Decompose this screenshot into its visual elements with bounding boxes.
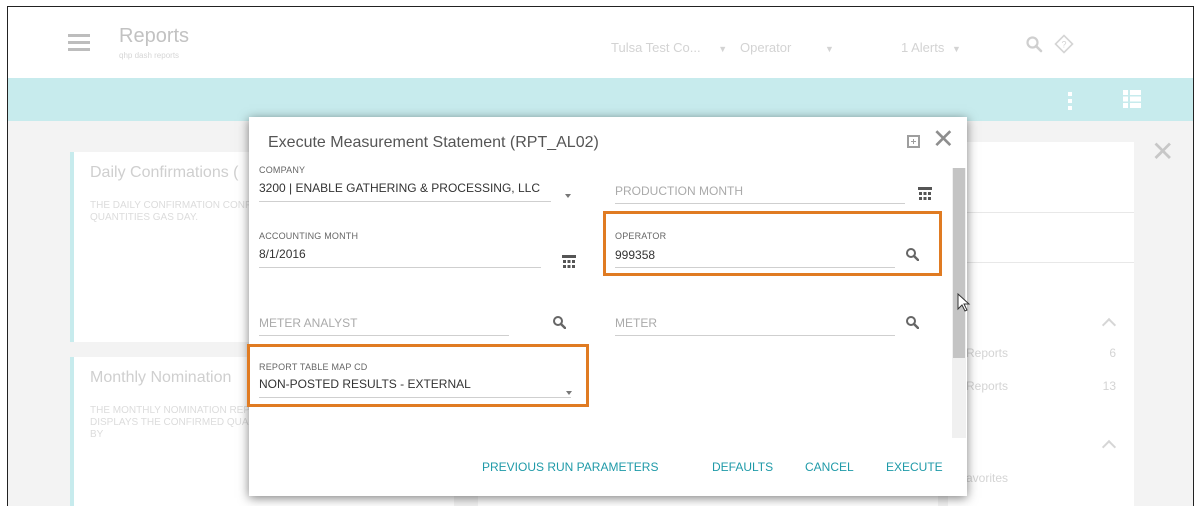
defaults-button[interactable]: DEFAULTS <box>712 460 773 474</box>
field-label: ACCOUNTING MONTH <box>259 231 359 241</box>
chevron-down-icon: ▼ <box>951 44 961 54</box>
svg-text:?: ? <box>1061 40 1066 50</box>
highlight-box <box>247 344 589 407</box>
field-underline <box>259 335 509 336</box>
field-underline <box>259 201 551 202</box>
role-select-label: Operator <box>740 40 792 55</box>
category-label[interactable]: avorites <box>966 471 1008 485</box>
page-title: Reports <box>119 25 190 47</box>
divider <box>948 212 1134 213</box>
meter-analyst-field[interactable]: METER ANALYST <box>259 313 519 337</box>
alerts-button[interactable]: 1 Alerts ▼ <box>901 40 961 55</box>
company-select[interactable]: COMPANY 3200 | ENABLE GATHERING & PROCES… <box>259 165 571 205</box>
more-vertical-icon[interactable] <box>1068 92 1072 110</box>
field-placeholder: METER <box>615 316 657 330</box>
toolbar <box>8 78 1193 121</box>
category-label[interactable]: Reports <box>966 379 1008 393</box>
category-label[interactable]: Reports <box>966 346 1008 360</box>
field-underline <box>615 335 895 336</box>
accounting-month-field[interactable]: ACCOUNTING MONTH 8/1/2016 <box>259 231 549 271</box>
app-header: Reports qhp dash reports Tulsa Test Co..… <box>8 7 1193 78</box>
close-icon[interactable]: ✕ <box>1151 138 1174 166</box>
meter-field[interactable]: METER <box>615 313 905 337</box>
scrollbar-thumb[interactable] <box>953 168 965 358</box>
execute-report-dialog: Execute Measurement Statement (RPT_AL02)… <box>247 117 967 496</box>
chevron-down-icon: ▼ <box>824 44 834 54</box>
field-placeholder: PRODUCTION MONTH <box>615 184 743 198</box>
category-count: 6 <box>1109 346 1116 360</box>
close-icon[interactable]: ✕ <box>932 125 955 153</box>
divider <box>948 262 1134 263</box>
chevron-up-icon[interactable] <box>1101 439 1117 455</box>
calendar-icon[interactable] <box>918 187 932 201</box>
production-month-field[interactable]: PRODUCTION MONTH <box>615 181 935 205</box>
card-title: Daily Confirmations ( <box>90 164 239 181</box>
chevron-down-icon: ▼ <box>718 44 728 54</box>
field-underline <box>615 203 905 204</box>
search-icon[interactable] <box>552 315 566 329</box>
company-select-label: Tulsa Test Co... <box>611 40 701 55</box>
categories-panel: Reports 6 Reports 13 avorites <box>948 142 1134 506</box>
previous-run-parameters-button[interactable]: PREVIOUS RUN PARAMETERS <box>482 460 658 474</box>
field-underline <box>259 267 541 268</box>
search-icon[interactable] <box>905 315 919 329</box>
role-select[interactable]: Operator ▼ <box>740 40 834 55</box>
card-title: Monthly Nomination <box>90 369 232 386</box>
alerts-label: 1 Alerts <box>901 40 945 55</box>
cancel-button[interactable]: CANCEL <box>805 460 854 474</box>
chevron-up-icon[interactable] <box>1101 317 1117 333</box>
chevron-down-icon <box>565 194 571 198</box>
breadcrumb: qhp dash reports <box>119 51 180 60</box>
list-view-icon[interactable] <box>1123 90 1141 108</box>
highlight-box <box>603 211 942 276</box>
company-select[interactable]: Tulsa Test Co... ▼ <box>611 40 727 55</box>
field-value: 8/1/2016 <box>259 247 306 261</box>
calendar-icon[interactable] <box>562 255 576 269</box>
menu-icon[interactable] <box>68 34 90 52</box>
field-value: 3200 | ENABLE GATHERING & PROCESSING, LL… <box>259 181 540 195</box>
field-label: COMPANY <box>259 165 306 175</box>
dialog-title: Execute Measurement Statement (RPT_AL02) <box>268 134 599 151</box>
mouse-cursor-icon <box>957 293 971 312</box>
search-icon[interactable] <box>1025 35 1043 53</box>
maximize-icon[interactable] <box>907 135 920 148</box>
execute-button[interactable]: EXECUTE <box>886 460 943 474</box>
field-placeholder: METER ANALYST <box>259 316 358 330</box>
help-icon[interactable]: ? <box>1054 34 1074 54</box>
category-count: 13 <box>1102 379 1116 393</box>
